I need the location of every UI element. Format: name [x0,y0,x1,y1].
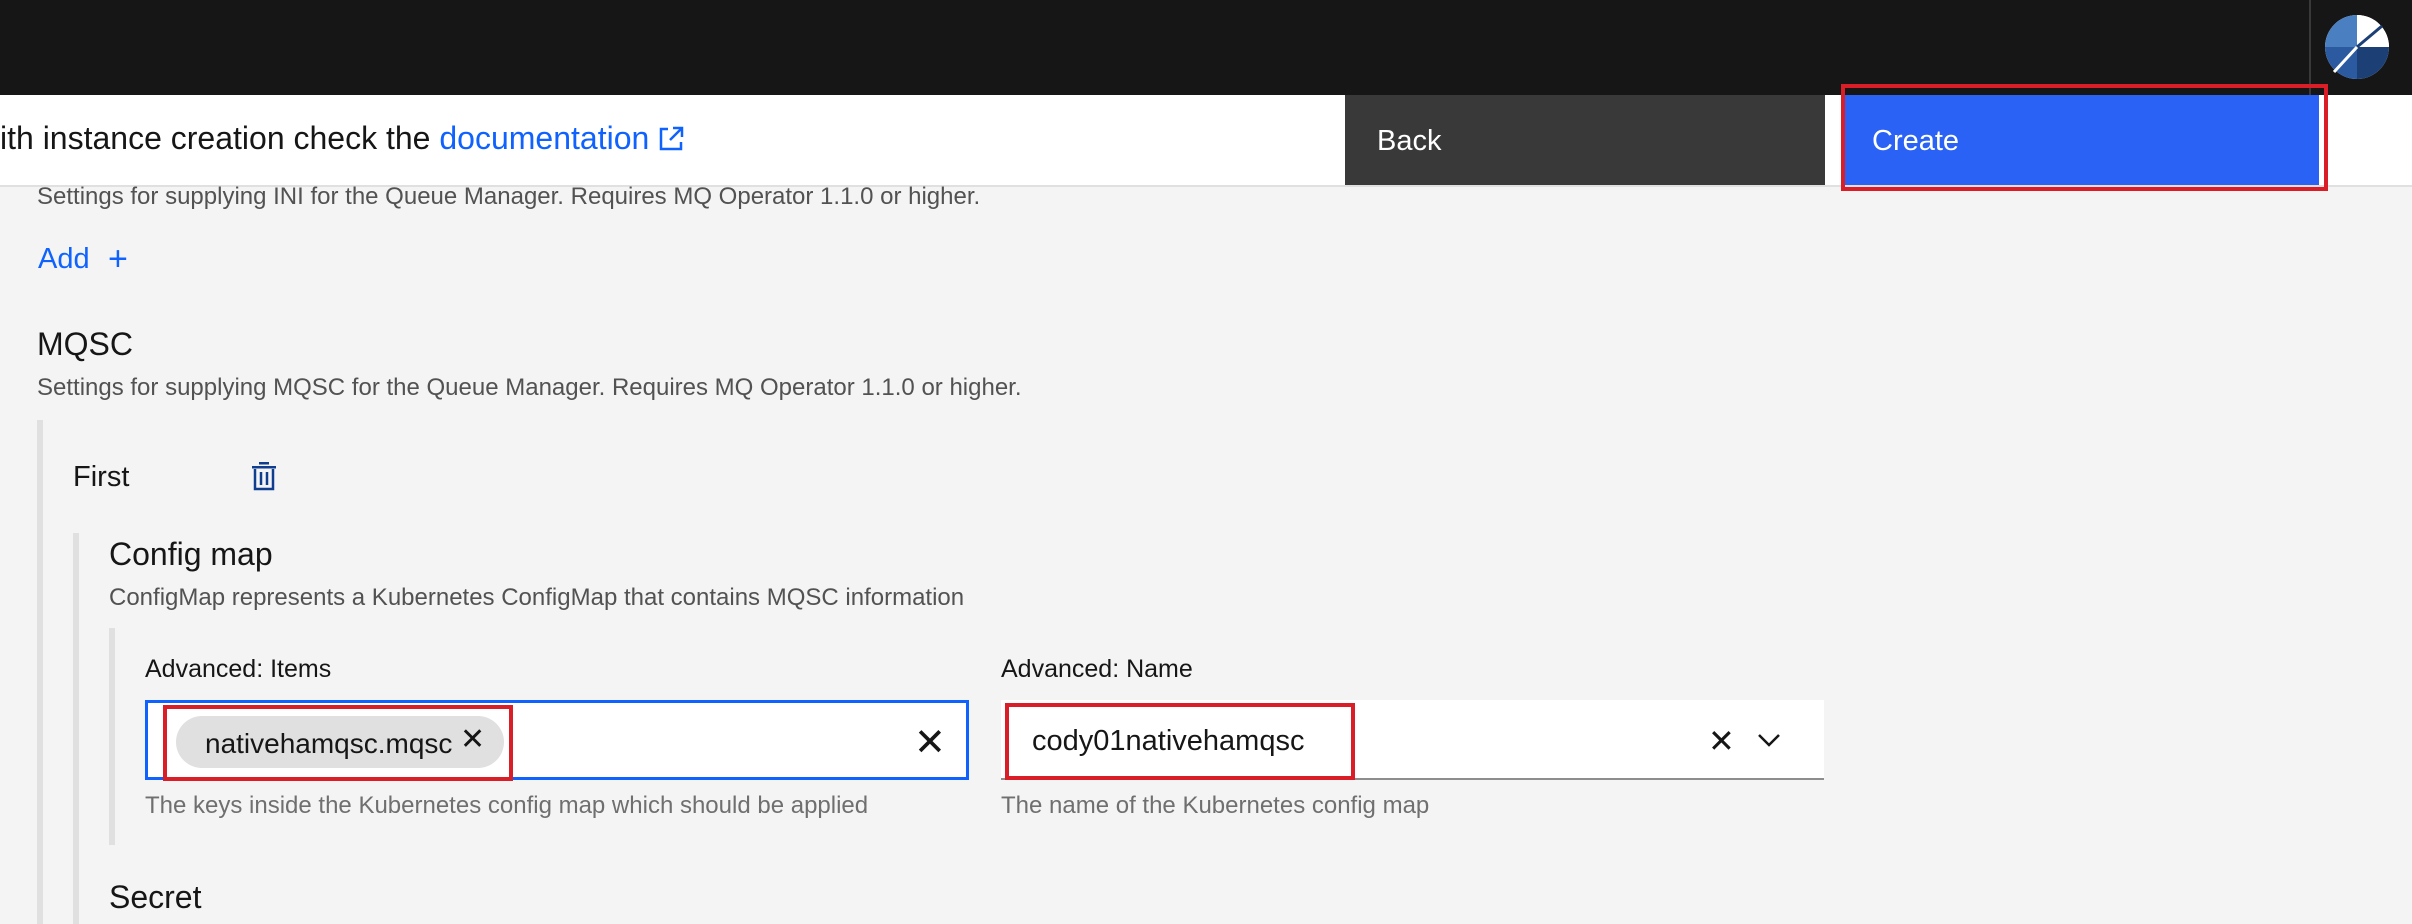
name-value[interactable]: cody01nativehamqsc [1032,725,1304,758]
trash-icon[interactable] [251,461,277,491]
app-logo-icon[interactable] [2324,14,2390,80]
config-map-title: Config map [109,536,273,572]
add-ini-button[interactable]: Add [38,243,90,276]
documentation-notice: ith instance creation check the document… [0,118,685,158]
create-button[interactable]: Create [1844,95,2319,185]
name-clear-icon[interactable]: ✕ [1708,722,1735,760]
items-label: Advanced: Items [145,655,332,683]
chevron-down-icon[interactable] [1755,726,1783,754]
mqsc-title: MQSC [37,326,133,362]
add-plus-icon[interactable]: + [108,240,128,279]
items-helper: The keys inside the Kubernetes config ma… [145,792,869,819]
secret-title: Secret [109,879,202,915]
documentation-link-label: documentation [439,120,650,156]
config-map-group-line [109,628,115,845]
documentation-link[interactable]: documentation [439,120,685,156]
first-item-title: First [73,461,130,493]
name-label: Advanced: Name [1001,655,1193,683]
tag-remove-icon[interactable]: ✕ [460,722,485,757]
clear-items-icon[interactable]: ✕ [914,720,946,765]
back-button[interactable]: Back [1345,95,1825,185]
external-link-icon [660,126,684,151]
config-map-description: ConfigMap represents a Kubernetes Config… [109,584,965,611]
name-helper: The name of the Kubernetes config map [1001,792,1430,819]
items-tag-label: nativehamqsc.mqsc [205,728,453,759]
mqsc-description: Settings for supplying MQSC for the Queu… [37,374,1022,401]
topbar-divider [2309,0,2311,95]
mqsc-group-line [37,420,43,924]
ini-description: Settings for supplying INI for the Queue… [37,183,981,210]
documentation-prefix: ith instance creation check the [0,120,440,156]
first-group-line [73,533,79,924]
top-bar [0,0,2412,95]
